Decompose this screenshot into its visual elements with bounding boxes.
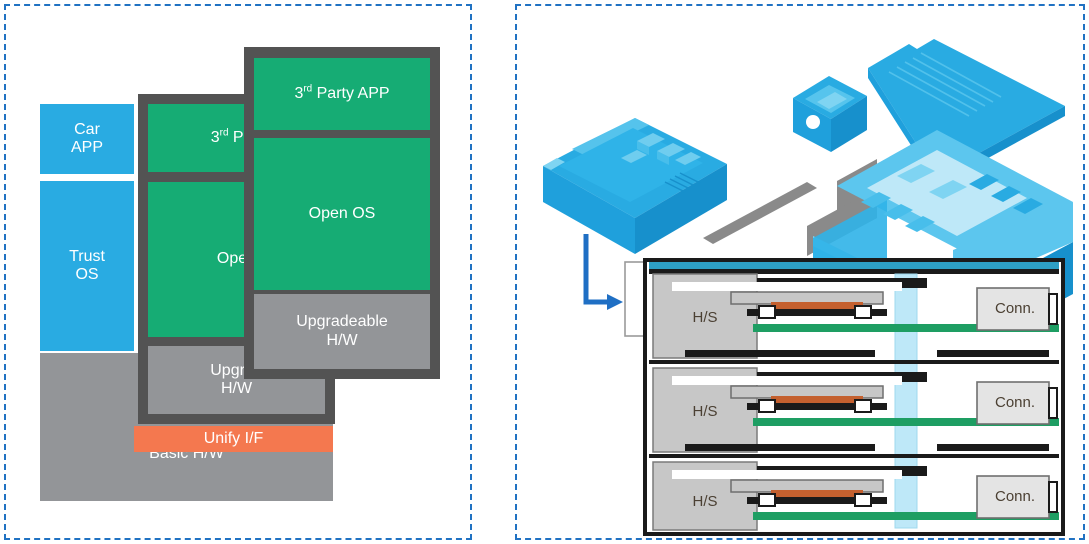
open-os-front-label: Open OS: [308, 204, 376, 222]
connector-label-2: Conn.: [994, 393, 1036, 411]
heatsink-label-3: H/S: [692, 492, 718, 510]
car-app-line2: APP: [70, 139, 103, 156]
heatsink-label-1: H/S: [692, 308, 718, 326]
car-app-line1: Car: [74, 120, 100, 138]
trust-os-line2: OS: [75, 266, 99, 283]
detail-callout-arrow: [583, 234, 623, 310]
unify-if-label: Unify I/F: [203, 429, 264, 447]
open-os-front: Open OS: [254, 138, 430, 290]
connector-label-1: Conn.: [994, 299, 1036, 317]
hardware-exploded-and-cross-section: [543, 39, 1073, 536]
heatsink-label-2: H/S: [692, 402, 718, 420]
connector-label-3: Conn.: [994, 487, 1036, 505]
unify-if-bar: Unify I/F: [134, 426, 333, 452]
single-board-module: [543, 118, 727, 254]
upgradeable-hw-front-line2: H/W: [326, 331, 358, 349]
trust-os-line1: Trust: [69, 247, 105, 265]
trust-os-box: Trust OS: [40, 181, 134, 351]
car-app-box: Car APP: [40, 104, 134, 174]
third-party-app-front-label: 3rd Party APP: [294, 83, 390, 102]
hardware-module-panel: H/S H/S H/S Conn. Conn. Conn.: [515, 4, 1085, 540]
upgradeable-hw-front: Upgradeable H/W: [254, 294, 430, 369]
upgradeable-hw-middle-line2: H/W: [220, 380, 253, 397]
third-party-app-front: 3rd Party APP: [254, 58, 430, 130]
layered-stack-diagram: Car APP Trust OS Basic H/W 3rd Part Open…: [6, 6, 470, 538]
software-stack-panel: Car APP Trust OS Basic H/W 3rd Part Open…: [4, 4, 472, 540]
fan-connector-block: [793, 76, 867, 152]
upgradeable-hw-front-line1: Upgradeable: [296, 313, 388, 331]
